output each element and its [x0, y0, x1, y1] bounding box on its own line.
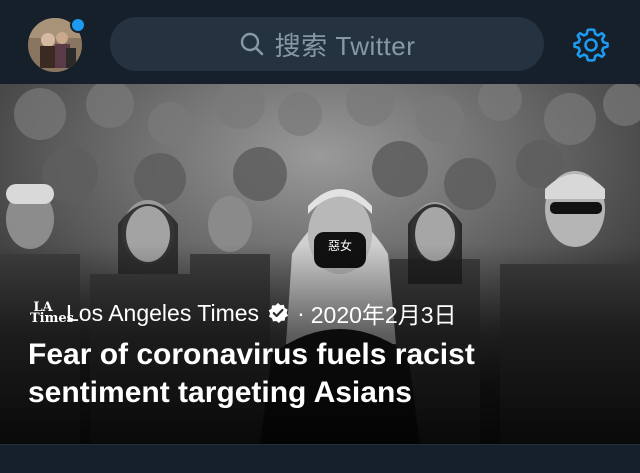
- source-logo: LA Times: [30, 300, 74, 326]
- news-byline: LA Times Los Angeles Times · 2020年2月3日: [30, 296, 456, 330]
- search-input[interactable]: 搜索 Twitter: [110, 17, 544, 71]
- notification-dot-icon: [70, 17, 86, 33]
- trending-news-card[interactable]: 惡女 LATimes Los Angeles Times · 2020年2月3日…: [0, 84, 640, 444]
- gear-icon[interactable]: [572, 26, 610, 64]
- next-section-edge: [0, 444, 640, 473]
- byline-separator: ·: [297, 299, 305, 326]
- search-placeholder: 搜索 Twitter: [274, 30, 416, 61]
- top-bar: 搜索 Twitter: [0, 0, 640, 84]
- verified-badge-icon: [268, 303, 289, 323]
- search-icon: [239, 31, 265, 57]
- news-headline[interactable]: Fear of coronavirus fuels racist sentime…: [28, 336, 618, 412]
- news-date: 2020年2月3日: [310, 302, 457, 328]
- source-name: Los Angeles Times: [66, 299, 260, 326]
- explore-screen: 搜索 Twitter LA Times Los Angeles Times · …: [0, 0, 640, 473]
